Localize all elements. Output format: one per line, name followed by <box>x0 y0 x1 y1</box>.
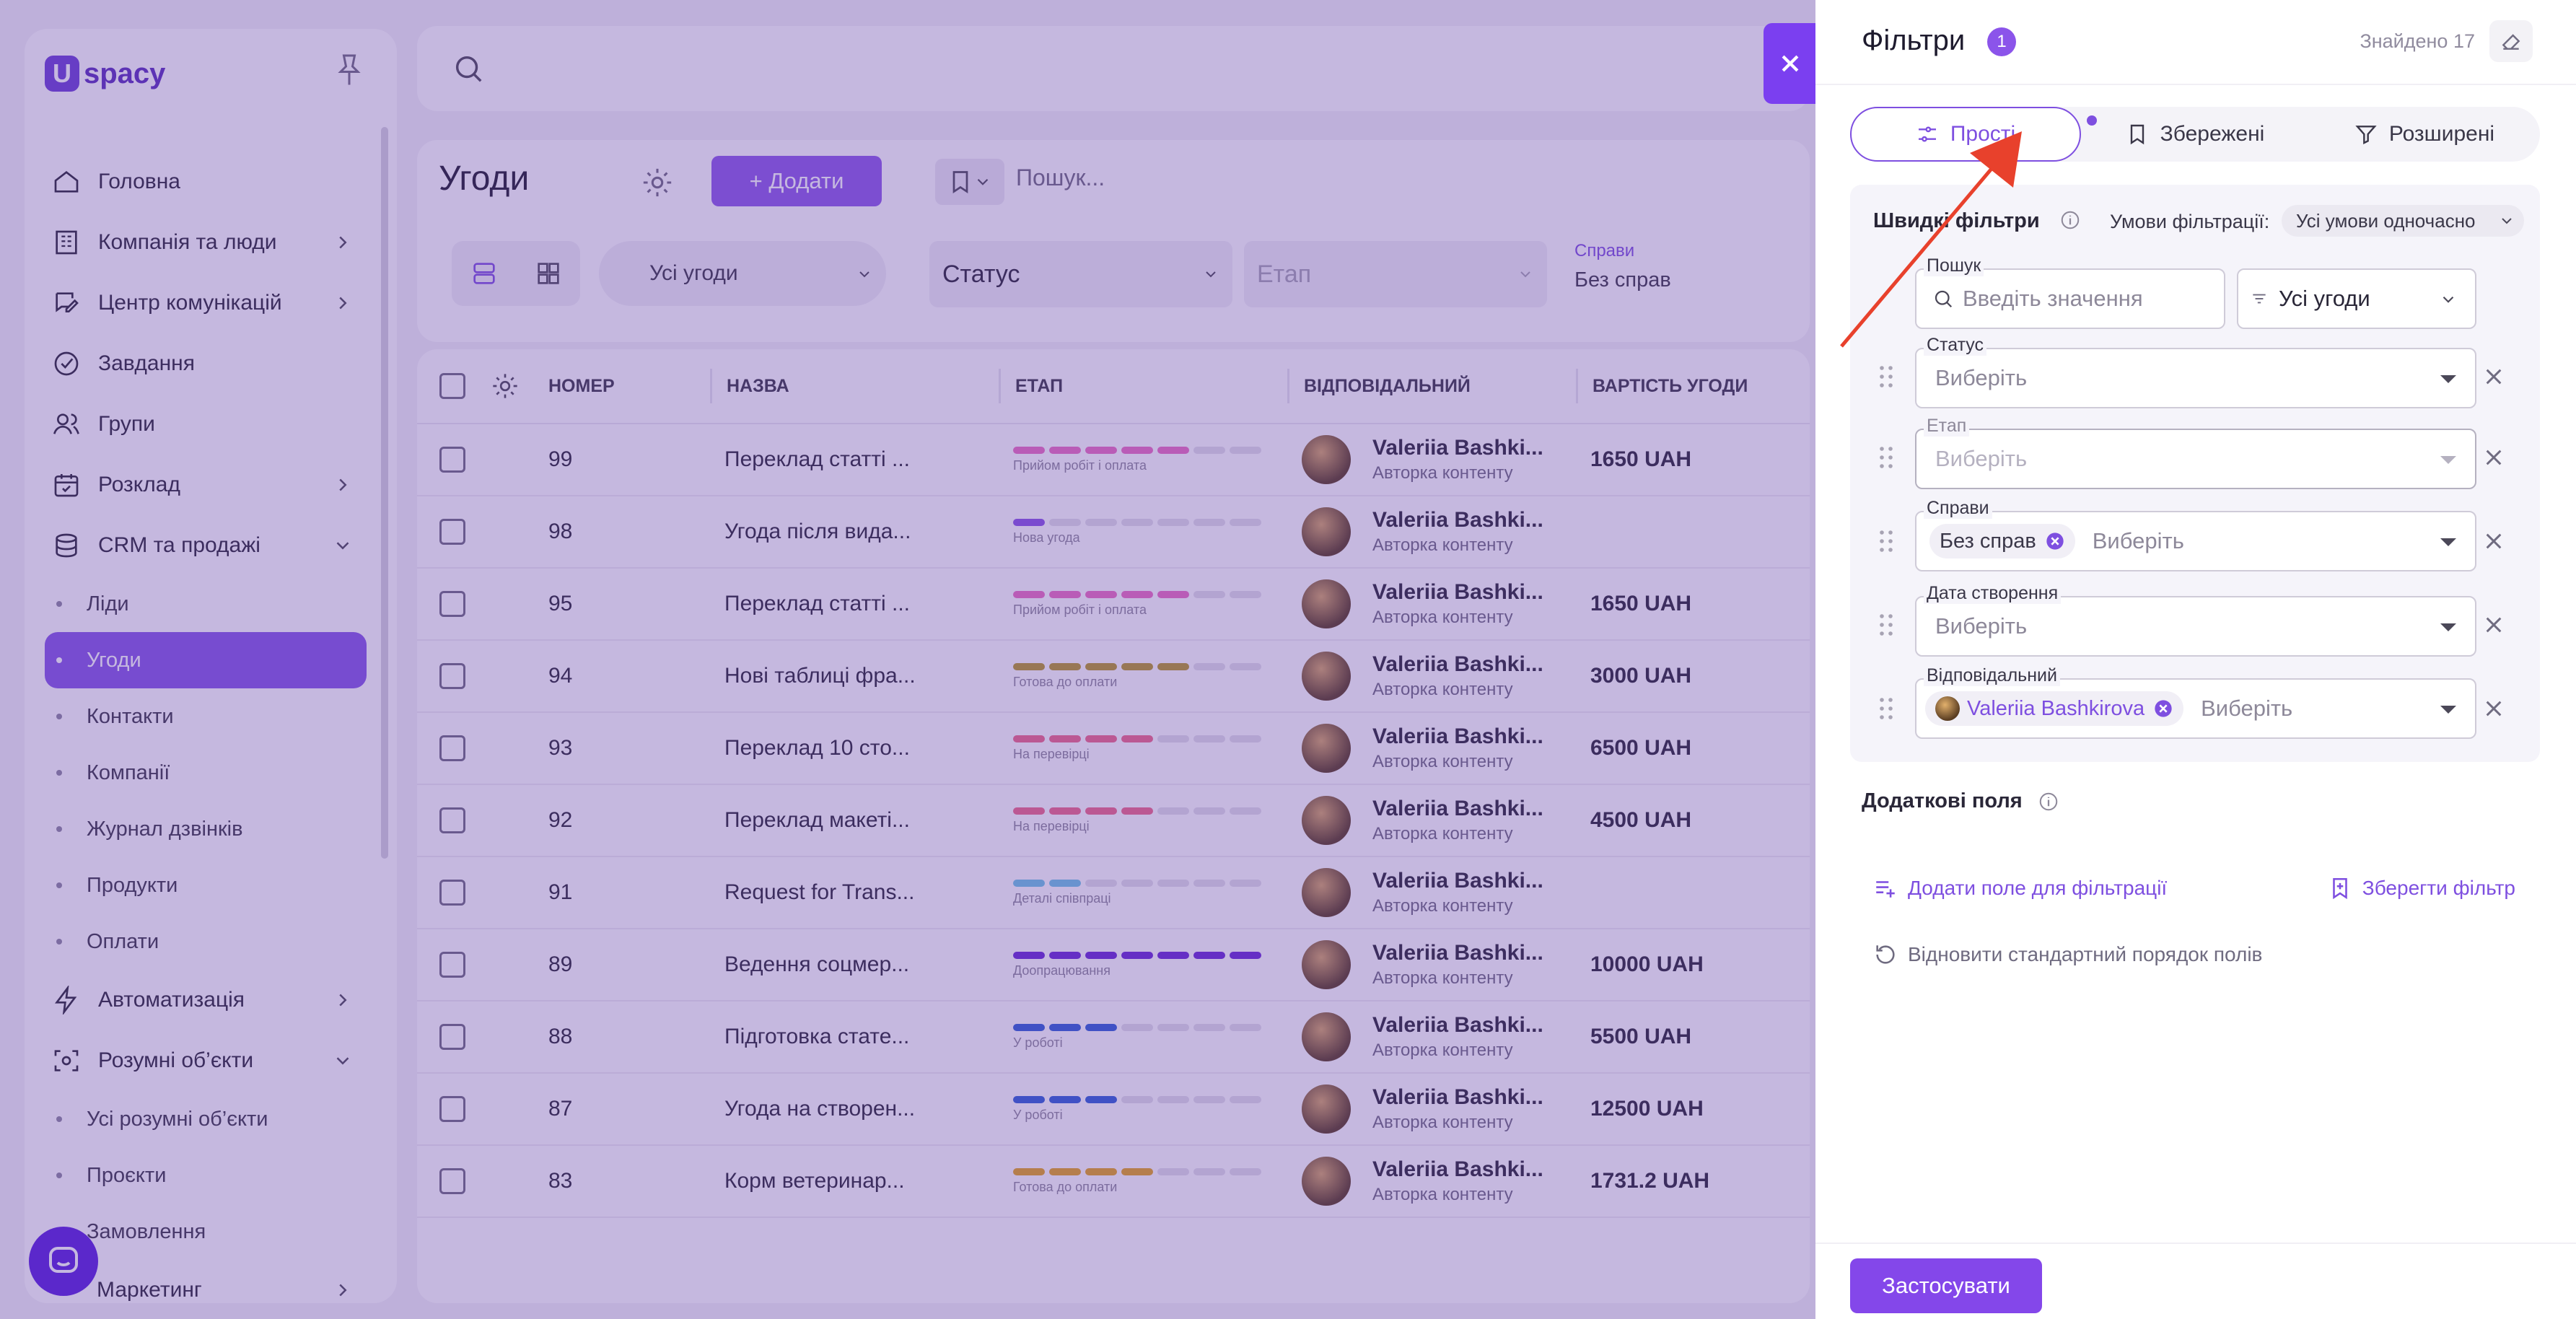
modal-backdrop[interactable] <box>0 0 1815 1319</box>
filter-scope-value: Усі угоди <box>2279 286 2370 311</box>
stage-filter-select[interactable]: Виберіть <box>1915 429 2476 489</box>
drag-handle-icon[interactable] <box>1879 365 1893 388</box>
chip-remove-icon[interactable] <box>2153 698 2173 719</box>
extra-fields-title: Додаткові поля <box>1862 789 2023 812</box>
filters-count-badge: 1 <box>1987 27 2016 56</box>
chip-remove-icon[interactable] <box>2045 531 2065 551</box>
close-icon <box>1782 55 1799 72</box>
affairs-filter-select[interactable]: Без справ Виберіть <box>1915 511 2476 571</box>
tab-advanced[interactable]: Розширені <box>2309 107 2540 162</box>
tab-saved[interactable]: Збережені <box>2081 107 2309 162</box>
remove-filter-icon[interactable] <box>2482 365 2505 388</box>
stage-filter-label: Етап <box>1924 416 1970 437</box>
filter-conditions-select[interactable]: Усі умови одночасно <box>2282 205 2524 237</box>
add-filter-field-link[interactable]: Додати поле для фільтрації <box>1873 876 2167 900</box>
filter-lines-icon <box>2253 294 2266 304</box>
annotation-arrow-icon <box>1840 131 2022 348</box>
avatar <box>1935 696 1960 721</box>
drag-handle-icon[interactable] <box>1879 613 1893 636</box>
status-filter-placeholder: Виберіть <box>1935 365 2028 390</box>
created-date-placeholder: Виберіть <box>1935 613 2028 639</box>
created-date-filter-select[interactable]: Виберіть <box>1915 596 2476 657</box>
save-filter-link[interactable]: Зберегти фільтр <box>2328 876 2515 900</box>
remove-filter-icon[interactable] <box>2482 613 2505 636</box>
bookmark-plus-icon <box>2333 877 2347 900</box>
created-date-filter-label: Дата створення <box>1924 583 2062 604</box>
status-filter-select[interactable]: Виберіть <box>1915 348 2476 408</box>
caret-down-icon <box>2440 456 2456 464</box>
reset-icon <box>1876 945 1895 964</box>
clear-filters-button[interactable] <box>2489 20 2533 62</box>
found-count: Знайдено 17 <box>2360 30 2475 52</box>
close-panel-button[interactable] <box>1764 23 1817 104</box>
caret-down-icon <box>2440 538 2456 546</box>
drag-handle-icon[interactable] <box>1879 697 1893 720</box>
apply-button[interactable]: Застосувати <box>1850 1258 2042 1313</box>
filter-conditions-label: Умови фільтрації: <box>2110 211 2270 232</box>
restore-order-label: Відновити стандартний порядок полів <box>1908 943 2263 965</box>
info-icon[interactable] <box>2038 791 2059 812</box>
affairs-chip-label: Без справ <box>1940 529 2036 553</box>
filters-header: Фільтри 1 Знайдено 17 <box>1815 0 2576 85</box>
affairs-filter-placeholder: Виберіть <box>2092 528 2184 553</box>
bookmark-icon <box>2130 124 2144 145</box>
save-filter-label: Зберегти фільтр <box>2362 877 2515 899</box>
owner-filter-select[interactable]: Valeriia Bashkirova Виберіть <box>1915 678 2476 739</box>
remove-filter-icon[interactable] <box>2482 446 2505 469</box>
tab-saved-label: Збережені <box>2160 122 2265 146</box>
affairs-filter-label: Справи <box>1924 498 1992 519</box>
drag-handle-icon[interactable] <box>1879 446 1893 469</box>
stage-filter-placeholder: Виберіть <box>1935 446 2028 471</box>
restore-order-link[interactable]: Відновити стандартний порядок полів <box>1873 942 2262 967</box>
tab-advanced-label: Розширені <box>2388 122 2495 146</box>
chevron-down-icon <box>2443 296 2454 303</box>
owner-chip: Valeriia Bashkirova <box>1925 691 2184 726</box>
add-filter-field-label: Додати поле для фільтрації <box>1908 877 2168 899</box>
remove-filter-icon[interactable] <box>2482 697 2505 720</box>
filter-scope-select[interactable]: Усі угоди <box>2237 268 2476 329</box>
owner-filter-placeholder: Виберіть <box>2201 696 2293 721</box>
caret-down-icon <box>2440 623 2456 631</box>
filter-conditions-value: Усі умови одночасно <box>2296 209 2476 232</box>
affairs-chip: Без справ <box>1929 524 2075 558</box>
caret-down-icon <box>2440 706 2456 714</box>
caret-down-icon <box>2440 375 2456 383</box>
funnel-icon <box>2355 126 2377 144</box>
filters-footer: Застосувати <box>1815 1243 2576 1319</box>
eraser-icon <box>2502 34 2520 50</box>
add-list-icon <box>1876 881 1895 898</box>
owner-filter-label: Відповідальний <box>1924 665 2060 686</box>
filters-title: Фільтри <box>1862 25 1966 56</box>
drag-handle-icon[interactable] <box>1879 530 1893 553</box>
owner-chip-label: Valeriia Bashkirova <box>1967 696 2145 720</box>
chevron-down-icon <box>2502 218 2512 224</box>
remove-filter-icon[interactable] <box>2482 530 2505 553</box>
